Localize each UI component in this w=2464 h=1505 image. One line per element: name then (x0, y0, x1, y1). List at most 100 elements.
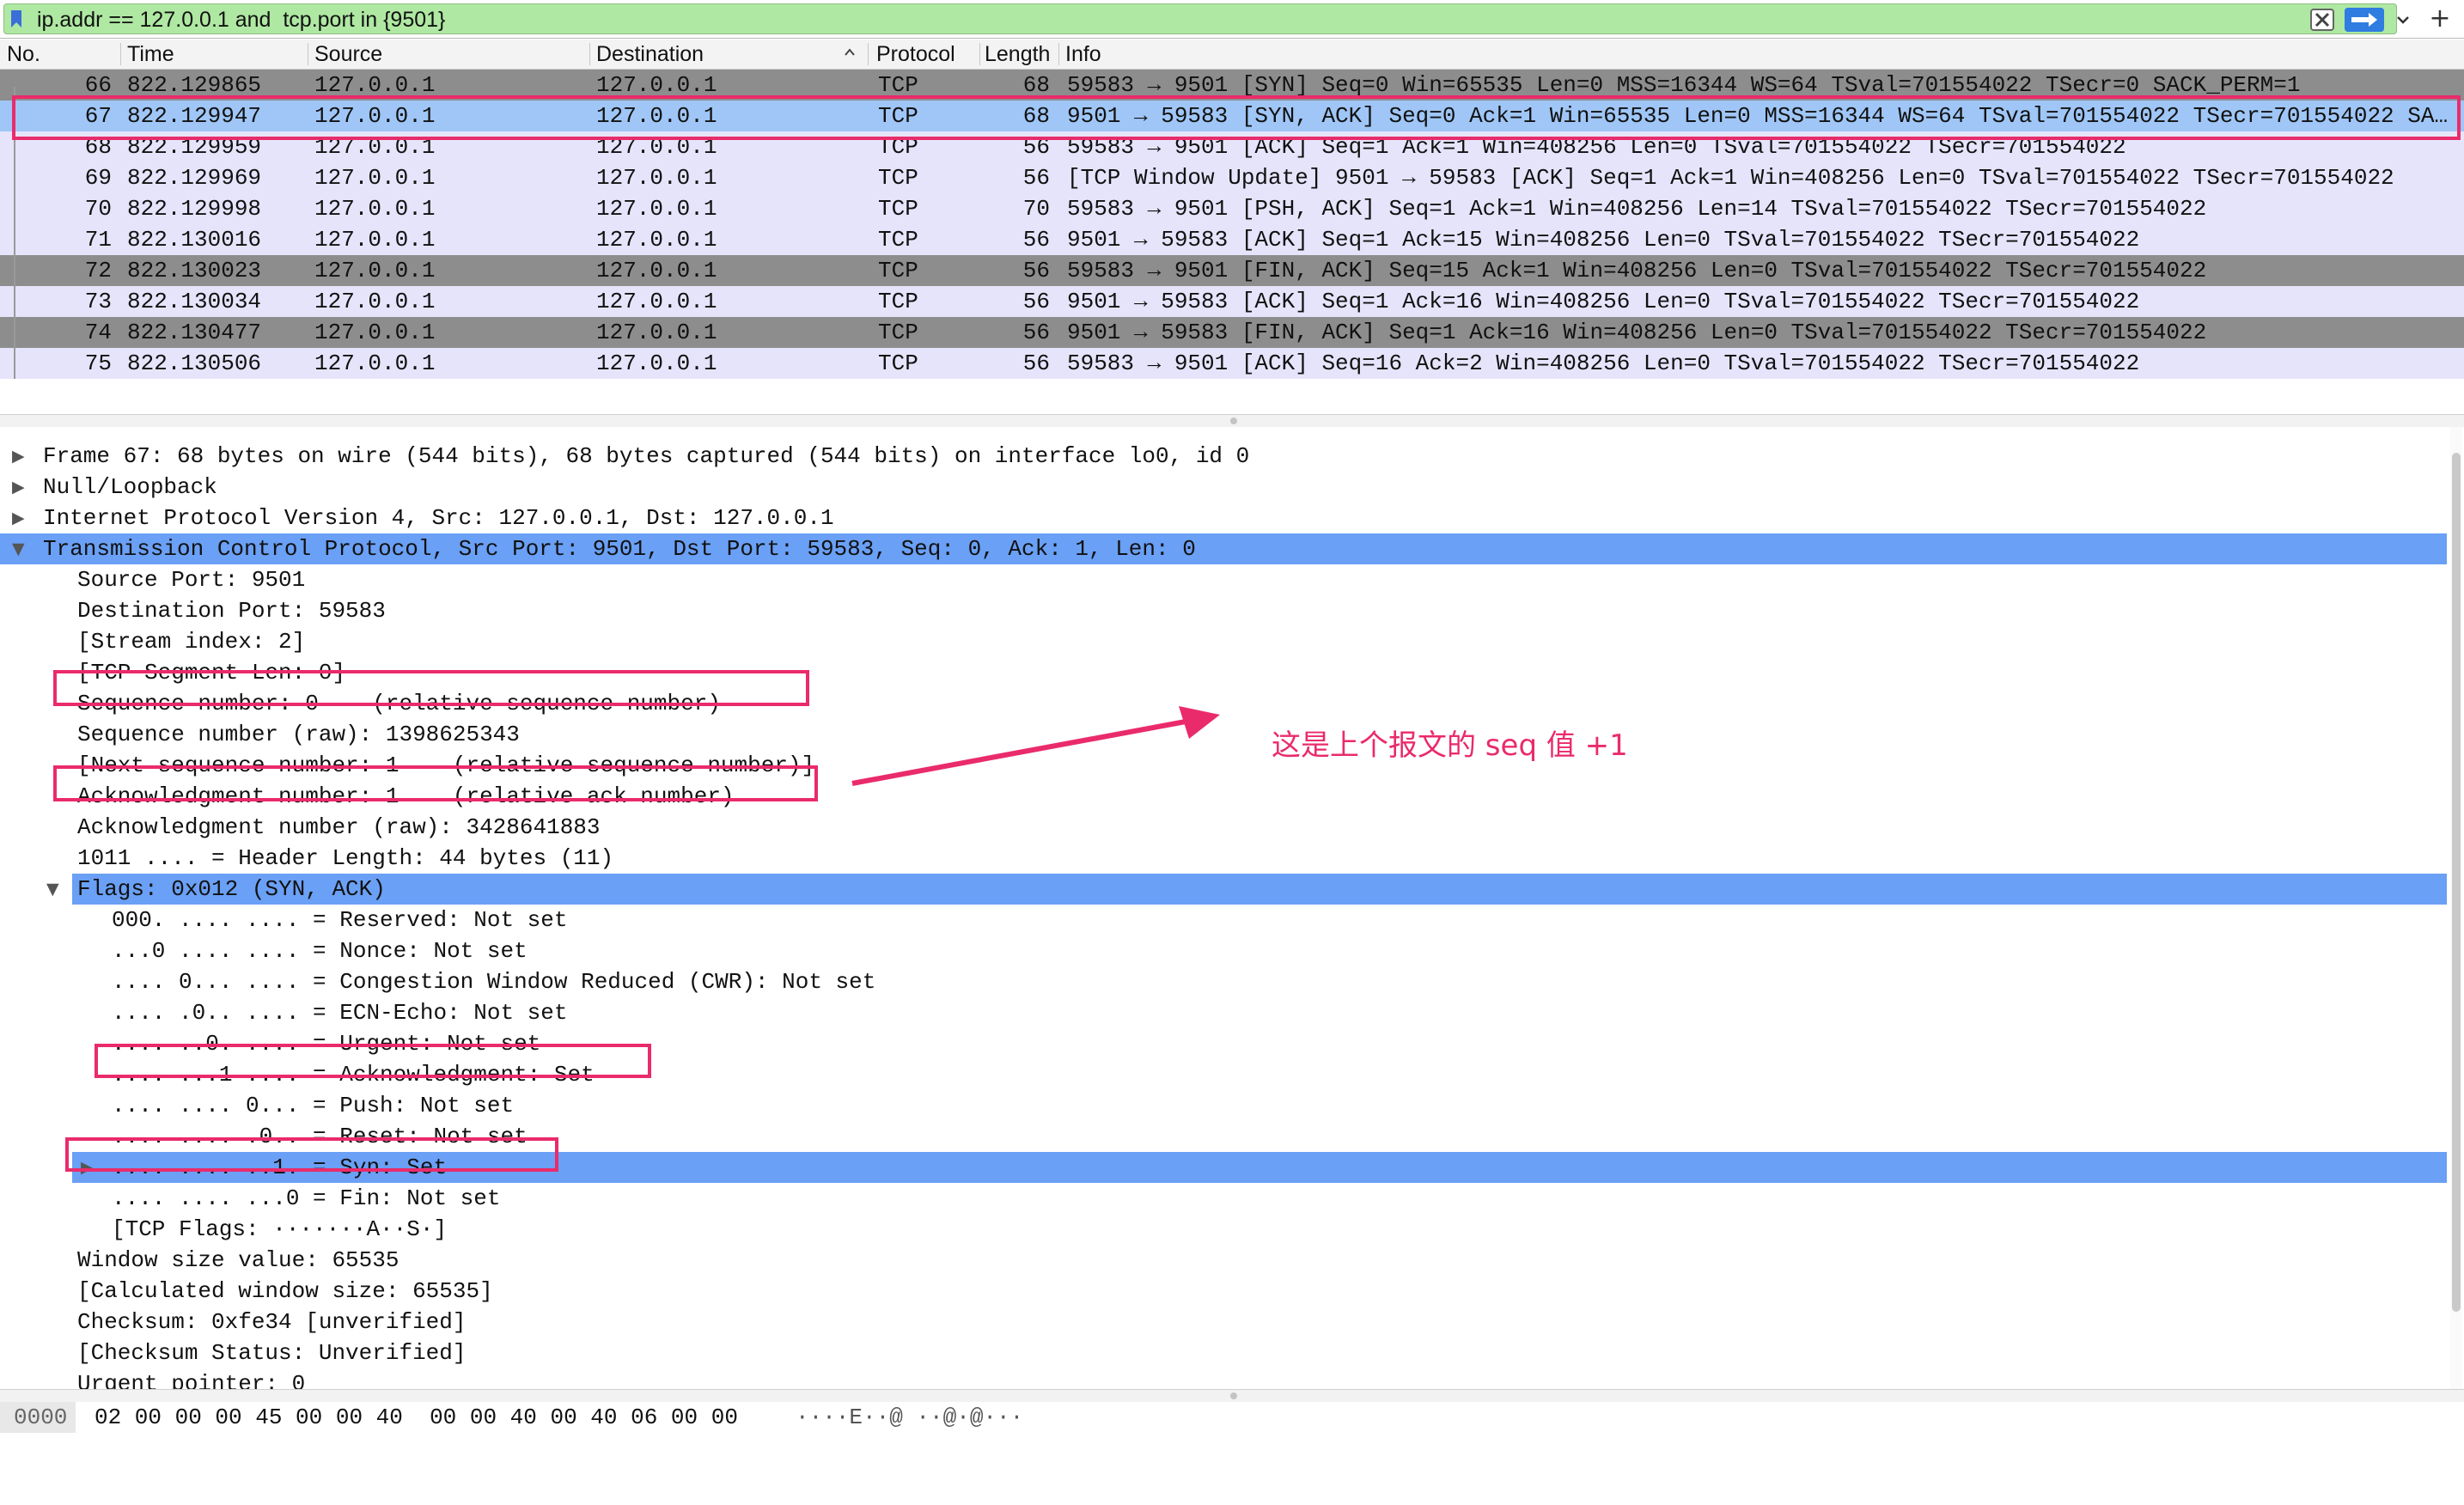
detail-row[interactable]: Source Port: 9501 (0, 564, 2447, 595)
detail-row[interactable]: ▼ Flags: 0x012 (SYN, ACK) (46, 874, 2447, 905)
packet-list-header: No. Time Source Destination Protocol Len… (0, 40, 2464, 70)
packet-row[interactable]: 74 822.130477 127.0.0.1 127.0.0.1 TCP 56 9501 … (0, 317, 2464, 348)
detail-row-text: Acknowledgment number (raw): 3428641883 (77, 814, 601, 840)
cell-source: 127.0.0.1 (314, 350, 436, 376)
detail-row[interactable]: 000. .... .... = Reserved: Not set (0, 905, 2447, 935)
detail-row[interactable]: [TCP Flags: ·······A··S·] (0, 1214, 2447, 1245)
display-filter-toolbar: ip.addr == 127.0.0.1 and tcp.port in {95… (0, 0, 2464, 39)
detail-row[interactable]: .... .... 0... = Push: Not set (0, 1090, 2447, 1121)
collapsed-triangle-icon[interactable]: ▶ (12, 472, 25, 503)
cell-info: 59583 → 9501 [FIN, ACK] Seq=15 Ack=1 Win… (1067, 258, 2207, 283)
bookmark-icon[interactable] (9, 9, 23, 28)
column-header-info[interactable]: Info (1065, 42, 1101, 67)
cell-source: 127.0.0.1 (314, 196, 436, 222)
cell-time: 822.130023 (127, 258, 262, 283)
detail-row-text: Internet Protocol Version 4, Src: 127.0.… (43, 505, 834, 531)
expanded-triangle-icon[interactable]: ▼ (12, 533, 25, 564)
column-header-source[interactable]: Source (314, 42, 382, 67)
cell-source: 127.0.0.1 (314, 165, 436, 191)
packet-row[interactable]: 71 822.130016 127.0.0.1 127.0.0.1 TCP 56 9501 … (0, 224, 2464, 255)
detail-row[interactable]: 1011 .... = Header Length: 44 bytes (11) (0, 843, 2447, 874)
packet-row[interactable]: 72 822.130023 127.0.0.1 127.0.0.1 TCP 56 59583… (0, 255, 2464, 286)
cell-time: 822.130016 (127, 227, 262, 253)
packet-row[interactable]: 70 822.129998 127.0.0.1 127.0.0.1 TCP 70 59583… (0, 193, 2464, 224)
detail-row[interactable]: ...0 .... .... = Nonce: Not set (0, 935, 2447, 966)
display-filter-input[interactable]: ip.addr == 127.0.0.1 and tcp.port in {95… (3, 3, 2409, 34)
column-header-destination[interactable]: Destination (596, 42, 704, 67)
detail-row[interactable]: Window size value: 65535 (0, 1245, 2447, 1276)
pane-splitter-bottom[interactable] (0, 1389, 2464, 1403)
highlight-box-packet-67 (12, 95, 2461, 140)
pane-splitter-top[interactable] (0, 414, 2464, 428)
cell-protocol: TCP (878, 196, 918, 222)
cell-protocol: TCP (878, 320, 918, 345)
detail-row-text: Null/Loopback (43, 474, 217, 500)
cell-no: 72 (84, 258, 112, 283)
cell-source: 127.0.0.1 (314, 227, 436, 253)
detail-row[interactable]: ▶ Frame 67: 68 bytes on wire (544 bits), … (0, 441, 2447, 472)
detail-row[interactable]: ▼ Transmission Control Protocol, Src Port… (0, 533, 2447, 564)
cell-length: 56 (1022, 350, 1050, 376)
detail-row[interactable]: [Checksum Status: Unverified] (0, 1337, 2447, 1368)
column-header-no[interactable]: No. (7, 42, 40, 67)
expanded-triangle-icon[interactable]: ▼ (46, 874, 59, 905)
cell-destination: 127.0.0.1 (596, 165, 717, 191)
cell-length: 56 (1022, 227, 1050, 253)
bytes-hex-dump[interactable]: 02 00 00 00 45 00 00 40 00 00 40 00 40 0… (95, 1402, 738, 1433)
detail-row-text: [Checksum Status: Unverified] (77, 1340, 467, 1366)
detail-row-text: [TCP Flags: ·······A··S·] (112, 1216, 448, 1242)
detail-row-text: Source Port: 9501 (77, 567, 306, 593)
detail-row-text: .... .... 0... = Push: Not set (112, 1093, 515, 1118)
details-scrollbar[interactable] (2450, 427, 2462, 1389)
cell-destination: 127.0.0.1 (596, 320, 717, 345)
collapsed-triangle-icon[interactable]: ▶ (12, 503, 25, 533)
detail-row[interactable]: [Stream index: 2] (0, 626, 2447, 657)
cell-info: [TCP Window Update] 9501 → 59583 [ACK] S… (1067, 165, 2394, 191)
detail-row[interactable]: .... .0.. .... = ECN-Echo: Not set (0, 997, 2447, 1028)
column-header-protocol[interactable]: Protocol (876, 42, 955, 67)
cell-no: 71 (84, 227, 112, 253)
detail-row[interactable]: ▶ Internet Protocol Version 4, Src: 127.0… (0, 503, 2447, 533)
annotation-note: 这是上个报文的 seq 值 +1 (1272, 728, 1628, 763)
detail-row-text: Flags: 0x012 (SYN, ACK) (77, 876, 386, 902)
detail-row[interactable]: .... 0... .... = Congestion Window Reduc… (0, 966, 2447, 997)
packet-row[interactable]: 69 822.129969 127.0.0.1 127.0.0.1 TCP 56 [TCP … (0, 162, 2464, 193)
add-filter-button-plus-icon[interactable]: + (2423, 2, 2457, 36)
bytes-ascii-dump[interactable]: ····E··@ ··@·@··· (796, 1402, 1023, 1433)
cell-no: 70 (84, 196, 112, 222)
detail-row-text: Window size value: 65535 (77, 1247, 399, 1273)
cell-length: 56 (1022, 320, 1050, 345)
cell-time: 822.129969 (127, 165, 262, 191)
cell-destination: 127.0.0.1 (596, 227, 717, 253)
detail-row[interactable]: Checksum: 0xfe34 [unverified] (0, 1307, 2447, 1337)
packet-bytes-pane: 0000 02 00 00 00 45 00 00 40 00 00 40 00… (0, 1402, 2464, 1440)
packet-row[interactable]: 73 822.130034 127.0.0.1 127.0.0.1 TCP 56 9501 … (0, 286, 2464, 317)
detail-row[interactable]: ▶ Null/Loopback (0, 472, 2447, 503)
cell-protocol: TCP (878, 165, 918, 191)
apply-filter-arrow-icon[interactable] (2345, 8, 2384, 32)
detail-row-text: .... .0.. .... = ECN-Echo: Not set (112, 1000, 568, 1026)
annotation-arrow-icon (851, 706, 1220, 786)
clear-filter-icon[interactable] (2310, 9, 2334, 31)
detail-row[interactable]: Acknowledgment number (raw): 3428641883 (0, 812, 2447, 843)
detail-row[interactable]: .... .... ...0 = Fin: Not set (0, 1183, 2447, 1214)
cell-time: 822.130034 (127, 289, 262, 314)
cell-source: 127.0.0.1 (314, 320, 436, 345)
cell-no: 74 (84, 320, 112, 345)
cell-info: 9501 → 59583 [ACK] Seq=1 Ack=16 Win=4082… (1067, 289, 2140, 314)
cell-no: 75 (84, 350, 112, 376)
packet-row[interactable]: 75 822.130506 127.0.0.1 127.0.0.1 TCP 56 59583… (0, 348, 2464, 379)
detail-row-text: Transmission Control Protocol, Src Port:… (43, 536, 1196, 562)
column-header-time[interactable]: Time (127, 42, 174, 67)
highlight-box-ack-flag (95, 1044, 651, 1078)
cell-protocol: TCP (878, 227, 918, 253)
detail-row[interactable]: [Calculated window size: 65535] (0, 1276, 2447, 1307)
cell-info: 9501 → 59583 [FIN, ACK] Seq=1 Ack=16 Win… (1067, 320, 2207, 345)
collapsed-triangle-icon[interactable]: ▶ (12, 441, 25, 472)
column-header-length[interactable]: Length (985, 42, 1050, 67)
cell-destination: 127.0.0.1 (596, 289, 717, 314)
detail-row[interactable]: Destination Port: 59583 (0, 595, 2447, 626)
highlight-box-acknowledgment-number (53, 765, 818, 801)
recent-filters-chevron-down-icon[interactable] (2394, 8, 2412, 32)
cell-destination: 127.0.0.1 (596, 258, 717, 283)
